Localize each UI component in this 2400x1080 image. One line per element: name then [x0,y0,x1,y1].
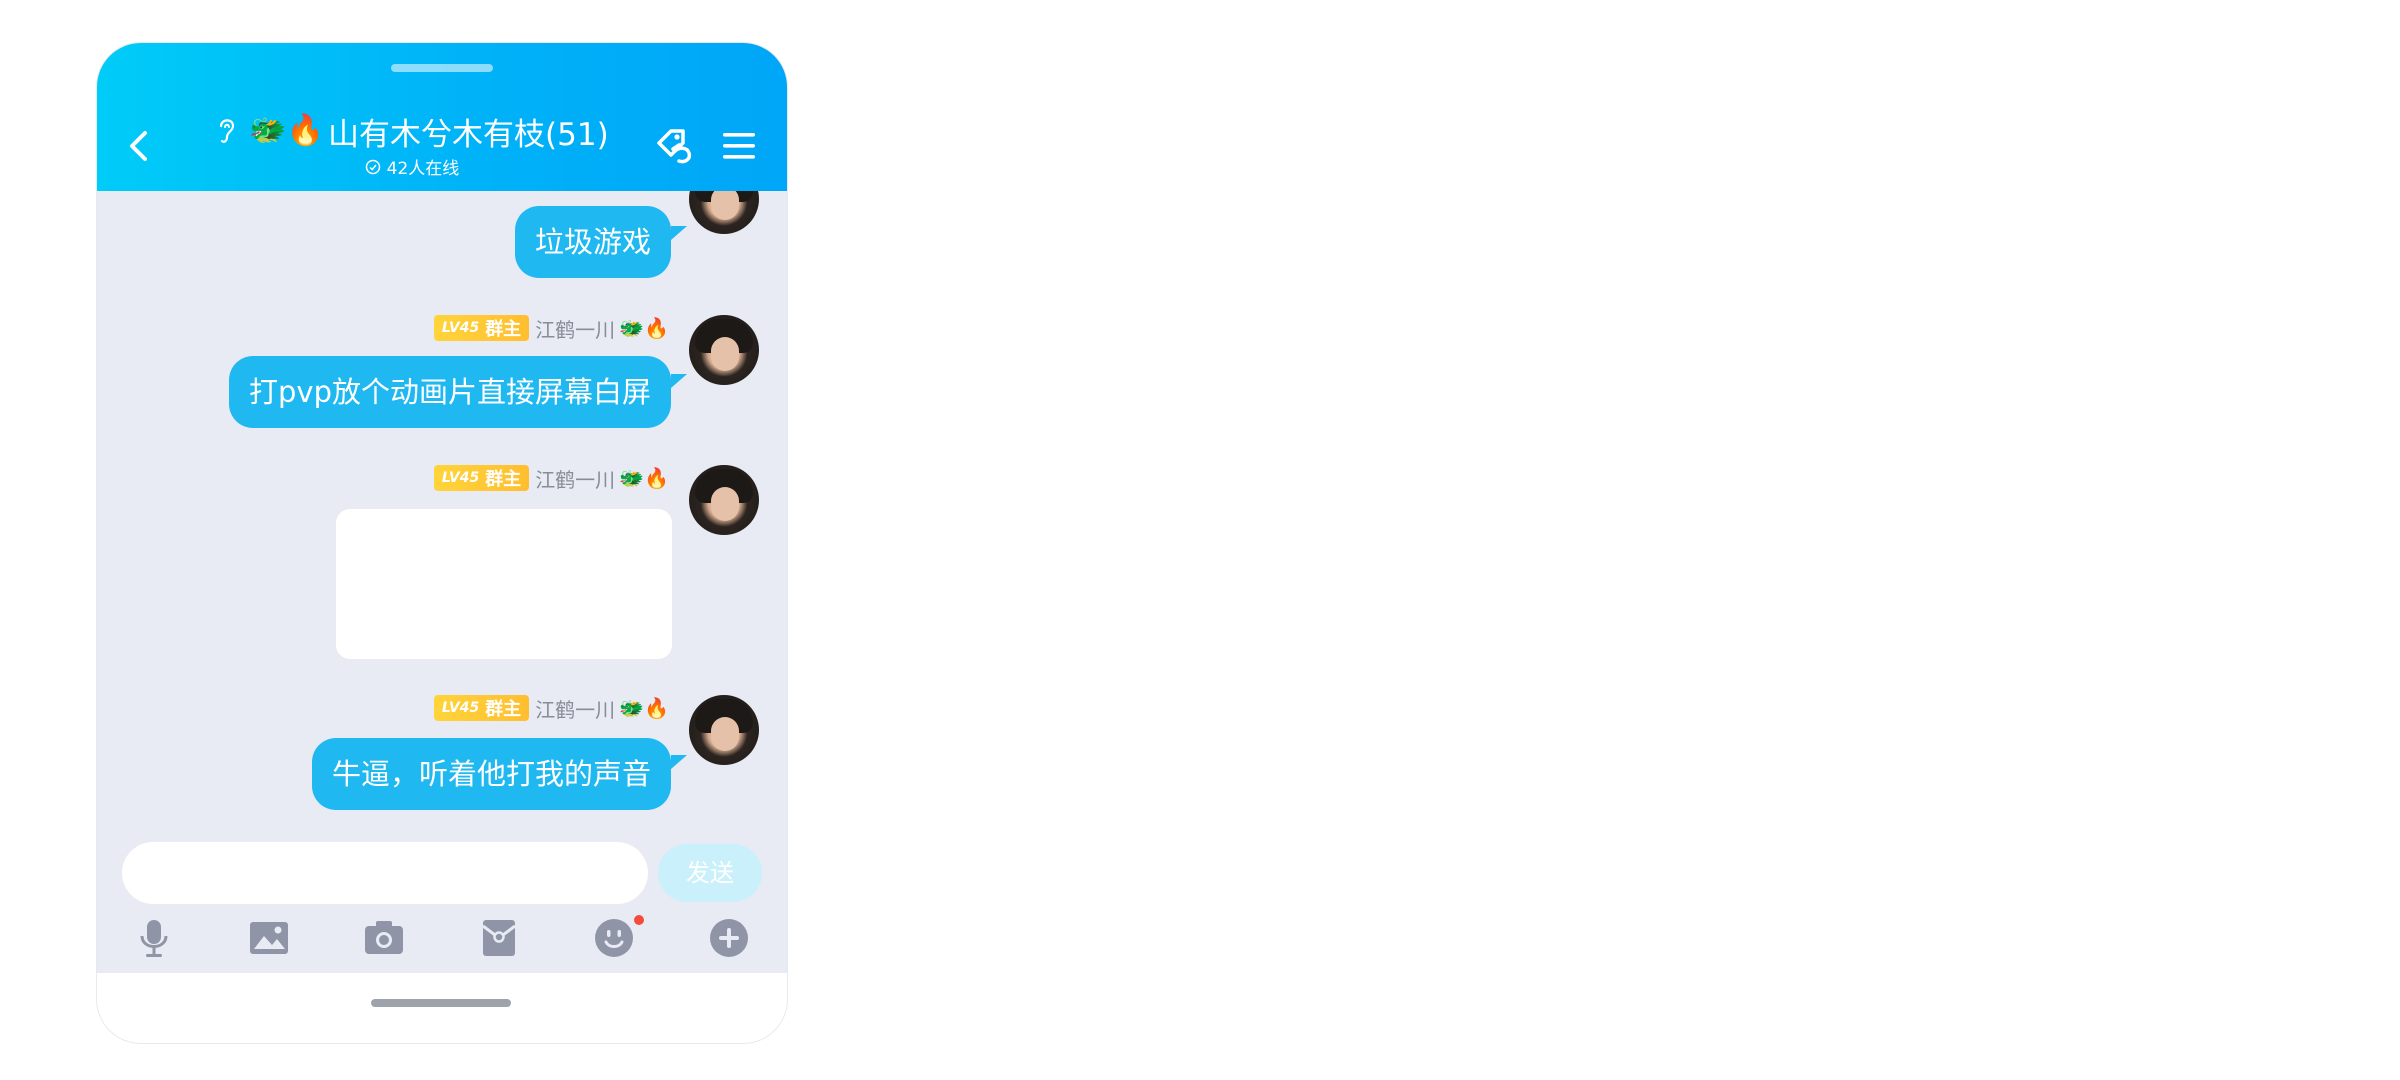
sender-name[interactable]: 江鹤一川 [535,314,615,343]
group-title[interactable]: 🐲🔥 山有木兮木有枝(51) [197,111,627,153]
sender-name[interactable]: 江鹤一川 [535,694,615,723]
sender-emoji: 🐲🔥 [619,696,669,720]
home-bar-area [97,973,787,1043]
sender-meta: LV45 群主 江鹤一川 🐲🔥 [433,464,669,493]
notification-dot [634,915,644,925]
level-badge: LV45 群主 [433,465,530,491]
camera-icon[interactable] [362,916,406,960]
level-badge: LV45 群主 [433,315,530,341]
page-title: 山有木兮木有枝(51) [328,116,609,153]
online-status: 42人在线 [197,154,627,179]
message-bubble[interactable]: 打pvp放个动画片直接屏幕白屏 [229,356,671,428]
avatar[interactable] [689,315,759,385]
image-icon[interactable] [247,916,291,960]
message-bubble[interactable]: 牛逼，听着他打我的声音 [311,738,671,810]
avatar[interactable] [689,695,759,765]
message-input[interactable] [122,842,648,904]
tag-icon[interactable] [653,123,699,169]
back-arrow-icon[interactable] [119,121,159,171]
title-emoji: 🐲🔥 [249,113,325,148]
chat-header: 🐲🔥 山有木兮木有枝(51) 42人在线 [97,43,787,191]
microphone-icon[interactable] [132,916,176,960]
sender-emoji: 🐲🔥 [619,466,669,490]
image-message[interactable] [336,509,672,659]
menu-icon[interactable] [721,127,757,165]
phone-frame: 垃圾游戏 LV45 群主 江鹤一川 🐲🔥 打pvp放个动画片直接屏幕白屏 LV4… [97,43,787,1043]
sender-meta: LV45 群主 江鹤一川 🐲🔥 [433,694,669,723]
send-button[interactable]: 发送 [658,844,762,902]
drag-handle[interactable] [391,64,493,72]
sender-name[interactable]: 江鹤一川 [535,464,615,493]
home-indicator[interactable] [371,999,511,1007]
level-badge: LV45 群主 [433,695,530,721]
message-bubble[interactable]: 垃圾游戏 [514,206,671,278]
emoji-icon[interactable] [592,916,636,960]
online-icon [365,159,380,174]
red-packet-icon[interactable] [477,916,521,960]
plus-icon[interactable] [707,916,751,960]
ear-icon [220,119,235,143]
sender-meta: LV45 群主 江鹤一川 🐲🔥 [433,314,669,343]
sender-emoji: 🐲🔥 [619,316,669,340]
avatar[interactable] [689,465,759,535]
